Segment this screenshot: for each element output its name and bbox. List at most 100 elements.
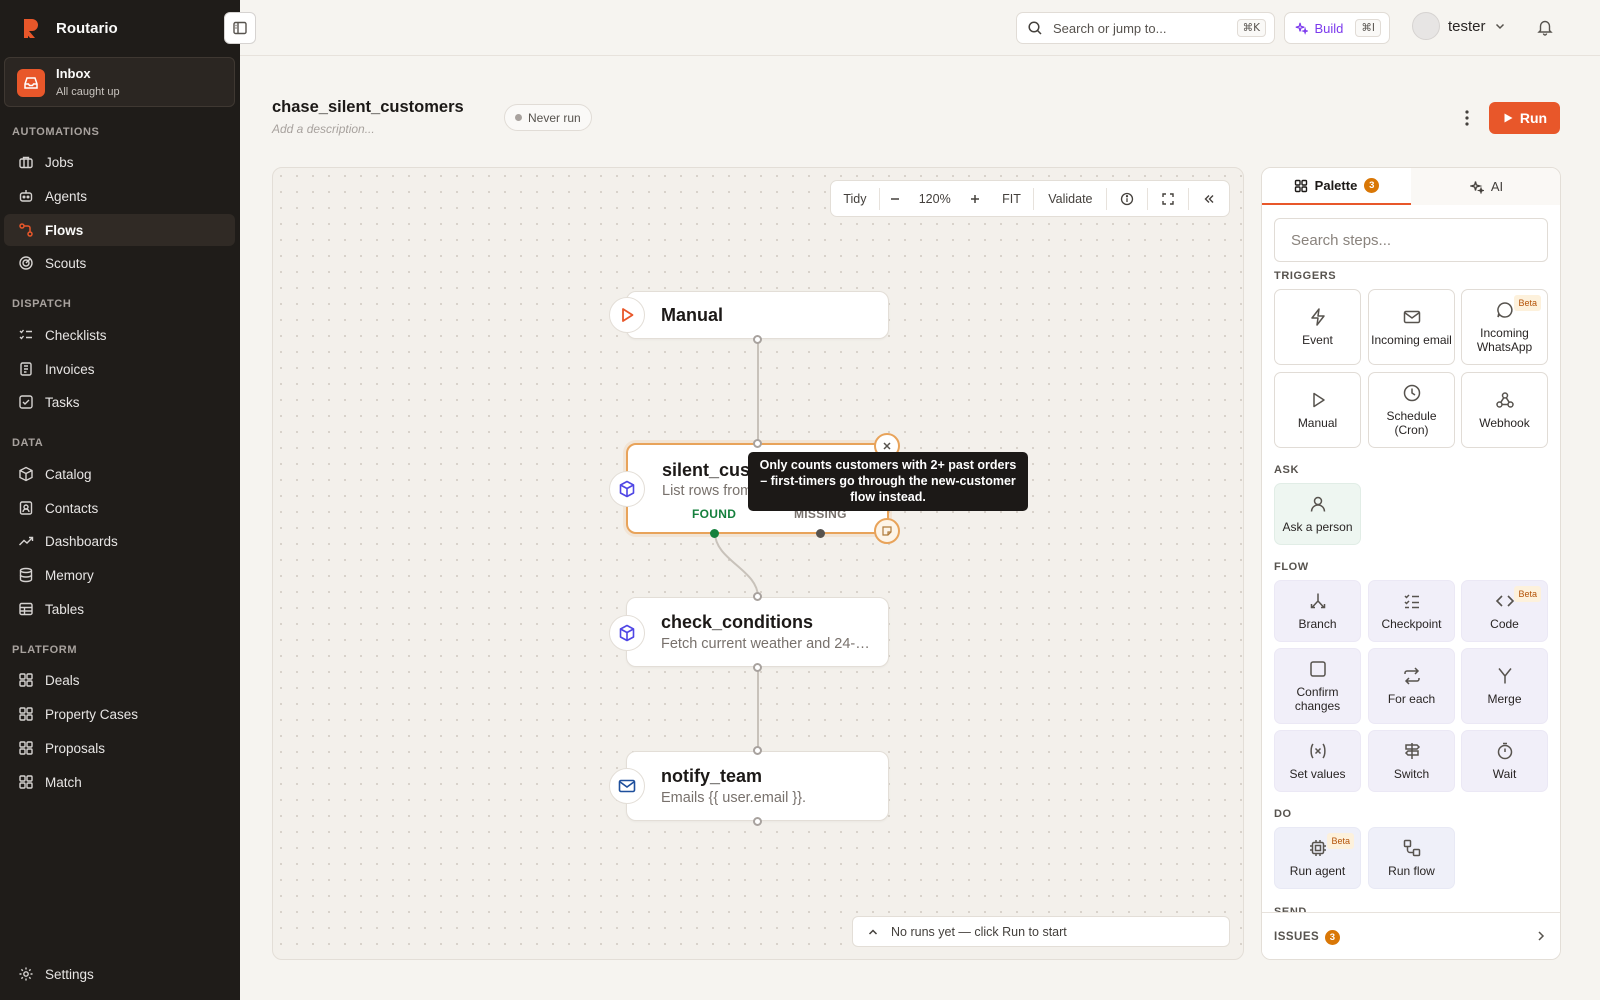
chevron-up-icon (868, 928, 878, 935)
step-card-checkpoint[interactable]: Checkpoint (1368, 580, 1455, 642)
zoom-out-button[interactable] (880, 181, 910, 216)
issues-label: ISSUES (1274, 931, 1320, 943)
palette-panel: Palette 3 AI TRIGGERS Event Incoming ema… (1261, 167, 1561, 960)
step-card-label: Webhook (1479, 416, 1530, 430)
fit-button[interactable]: FIT (990, 181, 1034, 216)
signpost-icon (1404, 743, 1420, 759)
node-note-tooltip: Only counts customers with 2+ past order… (748, 452, 1028, 511)
validate-button[interactable]: Validate (1034, 181, 1106, 216)
lightning-icon (1310, 308, 1325, 326)
fullscreen-button[interactable] (1148, 181, 1188, 216)
port-missing[interactable] (816, 529, 825, 538)
step-card-run-agent[interactable]: Beta Run agent (1274, 827, 1361, 889)
port-in[interactable] (753, 746, 762, 755)
zoom-in-button[interactable] (960, 181, 990, 216)
note-icon (882, 526, 892, 536)
step-card-confirm-changes[interactable]: Confirm changes (1274, 648, 1361, 724)
node-silent-badge (609, 471, 645, 507)
node-manual[interactable]: Manual (626, 291, 889, 339)
tab-label: Palette (1314, 178, 1358, 193)
mail-icon (1403, 310, 1420, 324)
info-button[interactable] (1107, 181, 1147, 216)
tab-palette[interactable]: Palette 3 (1262, 168, 1411, 205)
step-card-webhook[interactable]: Webhook (1461, 372, 1548, 448)
step-card-run-flow[interactable]: Run flow (1368, 827, 1455, 889)
step-card-branch[interactable]: Branch (1274, 580, 1361, 642)
step-card-label: Ask a person (1282, 520, 1353, 534)
port-out[interactable] (753, 817, 762, 826)
step-card-label: Checkpoint (1381, 617, 1442, 631)
chevron-right-icon (1538, 931, 1545, 941)
step-card-label: Branch (1298, 617, 1337, 631)
port-found[interactable] (710, 529, 719, 538)
issues-count-badge: 3 (1325, 929, 1341, 945)
group-label-do: DO (1274, 808, 1292, 820)
issues-bar[interactable]: ISSUES 3 (1262, 912, 1560, 959)
node-check-badge (609, 615, 645, 651)
cpu-icon (1309, 840, 1326, 856)
step-card-merge[interactable]: Merge (1461, 648, 1548, 724)
step-card-label: Code (1490, 617, 1519, 631)
step-card-label: Run agent (1289, 864, 1346, 878)
run-history-text: No runs yet — click Run to start (891, 924, 1067, 939)
step-card-label: Switch (1393, 767, 1430, 781)
node-title: notify_team (661, 766, 763, 786)
cube-icon (619, 624, 635, 642)
step-card-event[interactable]: Event (1274, 289, 1361, 365)
tab-ai[interactable]: AI (1411, 168, 1560, 205)
square-icon (1309, 661, 1326, 677)
run-history-bar[interactable]: No runs yet — click Run to start (852, 916, 1230, 947)
canvas-toolbar: Tidy 120% FIT Validate (830, 180, 1230, 217)
expand-icon (1162, 192, 1174, 205)
person-icon (1310, 496, 1325, 512)
step-card-switch[interactable]: Switch (1368, 730, 1455, 792)
group-label-flow: FLOW (1274, 561, 1309, 573)
step-card-ask-a-person[interactable]: Ask a person (1274, 483, 1361, 545)
chat-bubble-icon (1496, 302, 1513, 318)
step-card-label: Confirm changes (1294, 685, 1341, 713)
port-out[interactable] (753, 663, 762, 672)
beta-badge: Beta (1514, 295, 1541, 311)
chevrons-left-icon (1204, 194, 1214, 203)
step-card-set-values[interactable]: Set values (1274, 730, 1361, 792)
node-subtitle: Emails {{ user.email }}. (661, 790, 807, 806)
minus-icon (890, 197, 899, 200)
collapse-panel-button[interactable] (1189, 181, 1229, 216)
port-in[interactable] (753, 592, 762, 601)
step-card-wait[interactable]: Wait (1461, 730, 1548, 792)
beta-badge: Beta (1327, 833, 1354, 849)
step-card-incoming-whatsapp[interactable]: Beta Incoming WhatsApp (1461, 289, 1548, 365)
node-notify-team[interactable]: notify_team Emails {{ user.email }}. (626, 751, 889, 821)
node-subtitle: Fetch current weather and 24-hour foreca… (661, 636, 871, 652)
port-label-found: FOUND (692, 507, 737, 521)
sparkle-icon (1469, 180, 1484, 194)
tidy-button[interactable]: Tidy (831, 181, 879, 216)
clock-icon (1403, 384, 1420, 402)
step-card-for-each[interactable]: For each (1368, 648, 1455, 724)
node-note-button[interactable] (874, 518, 900, 544)
step-card-code[interactable]: Beta Code (1461, 580, 1548, 642)
code-icon (1495, 595, 1514, 607)
repeat-icon (1403, 667, 1420, 685)
step-card-label: Merge (1487, 692, 1522, 706)
merge-icon (1497, 668, 1512, 684)
play-icon (622, 308, 634, 322)
step-card-label: Incoming email (1371, 333, 1452, 347)
node-check-conditions[interactable]: check_conditions Fetch current weather a… (626, 597, 889, 667)
port-out[interactable] (753, 335, 762, 344)
node-notify-badge (609, 768, 645, 804)
grid-icon (1294, 179, 1307, 192)
panel-tabs: Palette 3 AI (1262, 168, 1560, 205)
step-card-manual[interactable]: Manual (1274, 372, 1361, 448)
step-card-label: Run flow (1388, 864, 1435, 878)
step-card-label: Wait (1492, 767, 1517, 781)
step-card-schedule[interactable]: Schedule (Cron) (1368, 372, 1455, 448)
edge-found-to-check (714, 532, 759, 598)
cube-icon (619, 480, 635, 498)
steps-search-input[interactable] (1274, 218, 1548, 262)
step-card-incoming-email[interactable]: Incoming email (1368, 289, 1455, 365)
node-title: Manual (661, 305, 724, 325)
node-title: check_conditions (661, 612, 814, 632)
info-icon (1121, 192, 1134, 205)
port-in[interactable] (753, 439, 762, 448)
